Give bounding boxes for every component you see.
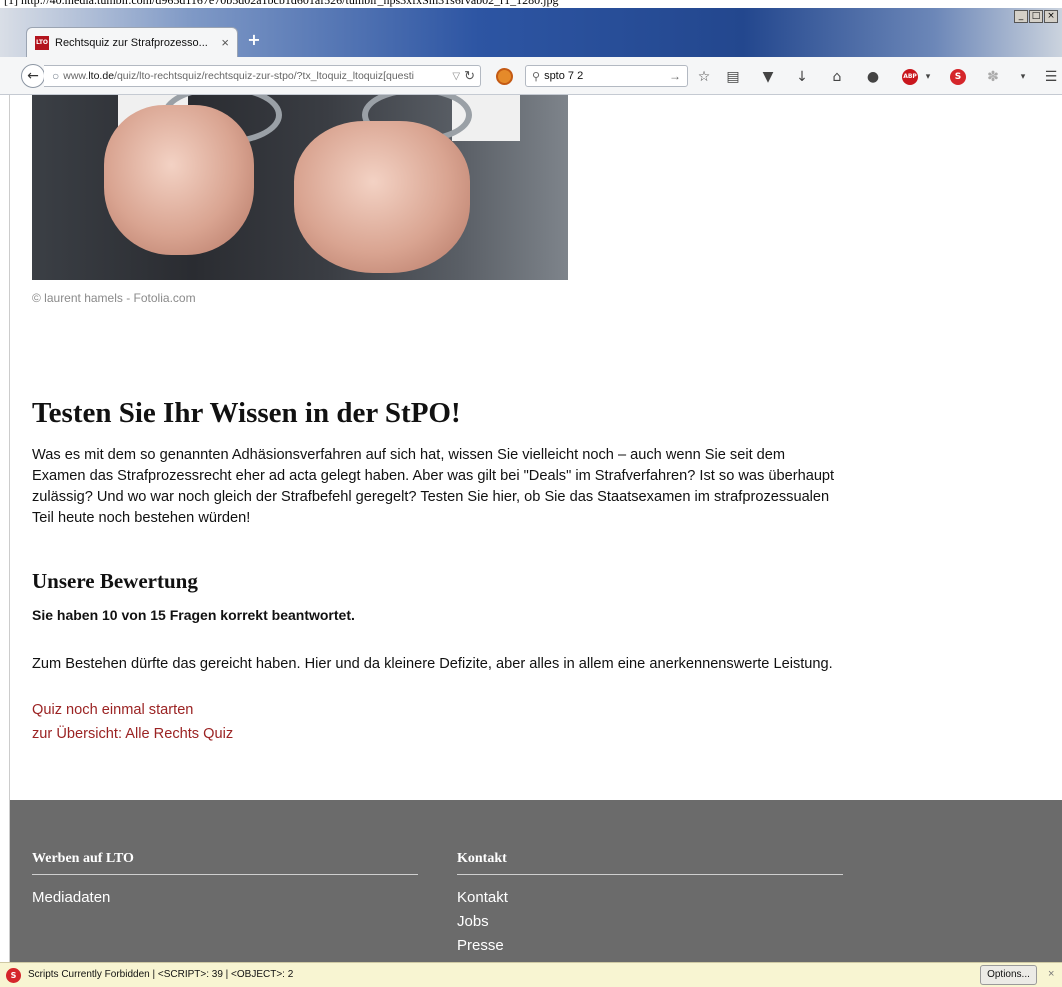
- handcuffed-hands-photo: [32, 95, 568, 280]
- options-button[interactable]: Options...: [980, 965, 1037, 985]
- noscript-statusbar: S Scripts Currently Forbidden | <SCRIPT>…: [0, 962, 1062, 987]
- search-go-icon[interactable]: →: [669, 69, 687, 83]
- search-bar[interactable]: ⚲ spto 7 2 →: [525, 65, 688, 87]
- maximize-button[interactable]: □: [1029, 10, 1043, 23]
- footer-link-presse[interactable]: Presse: [457, 937, 504, 954]
- footer-heading-kontakt: Kontakt: [457, 851, 507, 866]
- close-window-button[interactable]: ×: [1044, 10, 1058, 23]
- footer-divider: [32, 874, 418, 875]
- page-title: Testen Sie Ihr Wissen in der StPO!: [32, 397, 461, 429]
- footer-heading-werben: Werben auf LTO: [32, 851, 134, 866]
- url-text[interactable]: www.lto.de/quiz/lto-rechtsquiz/rechtsqui…: [63, 70, 448, 82]
- noscript-icon[interactable]: S: [950, 69, 966, 85]
- page-content: © laurent hamels - Fotolia.com Testen Si…: [9, 95, 1062, 962]
- new-tab-button[interactable]: +: [246, 31, 262, 49]
- reading-list-icon[interactable]: ▤: [724, 69, 742, 85]
- menu-icon[interactable]: ☰: [1042, 69, 1060, 85]
- home-icon[interactable]: ⌂: [828, 69, 846, 85]
- tab-title: Rechtsquiz zur Strafprozesso...: [55, 36, 208, 49]
- url-dropdown-icon[interactable]: ▽: [452, 71, 460, 82]
- url-domain: lto.de: [88, 70, 115, 82]
- download-icon[interactable]: ↓: [793, 69, 811, 85]
- overview-link[interactable]: zur Übersicht: Alle Rechts Quiz: [32, 726, 233, 742]
- restart-quiz-link[interactable]: Quiz noch einmal starten: [32, 702, 193, 718]
- footer: Werben auf LTO Mediadaten Kontakt Kontak…: [10, 800, 1062, 962]
- lto-favicon-icon: LTO: [35, 35, 49, 50]
- footer-link-kontakt[interactable]: Kontakt: [457, 889, 508, 906]
- window-controls: _ □ ×: [1014, 10, 1058, 23]
- fist-right: [294, 121, 470, 273]
- navigation-toolbar: ← ○ www.lto.de/quiz/lto-rechtsquiz/recht…: [0, 57, 1062, 95]
- fist-left: [104, 105, 254, 255]
- close-statusbar-icon[interactable]: ×: [1048, 968, 1054, 980]
- minimize-button[interactable]: _: [1014, 10, 1028, 23]
- pocket-icon[interactable]: ▼: [759, 69, 777, 85]
- noscript-icon: S: [6, 968, 21, 983]
- intro-text: Was es mit dem so genannten Adhäsionsver…: [32, 447, 835, 526]
- verdict-text: Zum Bestehen dürfte das gereicht haben. …: [32, 656, 833, 672]
- noscript-toolbar-icon[interactable]: [496, 68, 513, 85]
- tab-close-icon[interactable]: ×: [221, 35, 229, 50]
- search-icon: ⚲: [532, 70, 541, 83]
- url-bar[interactable]: ○ www.lto.de/quiz/lto-rechtsquiz/rechtsq…: [44, 65, 481, 87]
- source-url-text: [1] http://40.media.tumblr.com/d965d1167…: [4, 0, 559, 7]
- overflow-dropdown-icon[interactable]: ▾: [1014, 69, 1032, 85]
- score-text: Sie haben 10 von 15 Fragen korrekt beant…: [32, 607, 355, 623]
- footer-link-jobs[interactable]: Jobs: [457, 913, 489, 930]
- footer-link-mediadaten[interactable]: Mediadaten: [32, 889, 110, 906]
- search-input[interactable]: spto 7 2: [544, 70, 669, 82]
- tab-rechtsquiz[interactable]: LTO Rechtsquiz zur Strafprozesso... ×: [26, 27, 238, 57]
- adblock-dropdown-icon[interactable]: ▾: [919, 69, 937, 85]
- site-info-icon[interactable]: ○: [52, 69, 59, 83]
- source-url-strip: [1] http://40.media.tumblr.com/d965d1167…: [0, 0, 1062, 8]
- adblock-icon[interactable]: ABP: [902, 69, 918, 85]
- extension-icon[interactable]: ✽: [984, 69, 1002, 85]
- star-icon[interactable]: ☆: [695, 69, 713, 85]
- rating-heading: Unsere Bewertung: [32, 569, 198, 593]
- photo-credit: © laurent hamels - Fotolia.com: [32, 291, 196, 305]
- footer-divider: [457, 874, 843, 875]
- statusbar-text: Scripts Currently Forbidden | <SCRIPT>: …: [28, 969, 294, 980]
- reload-icon[interactable]: ↻: [464, 68, 480, 84]
- back-button[interactable]: ←: [21, 64, 45, 88]
- chat-icon[interactable]: ●: [864, 69, 882, 85]
